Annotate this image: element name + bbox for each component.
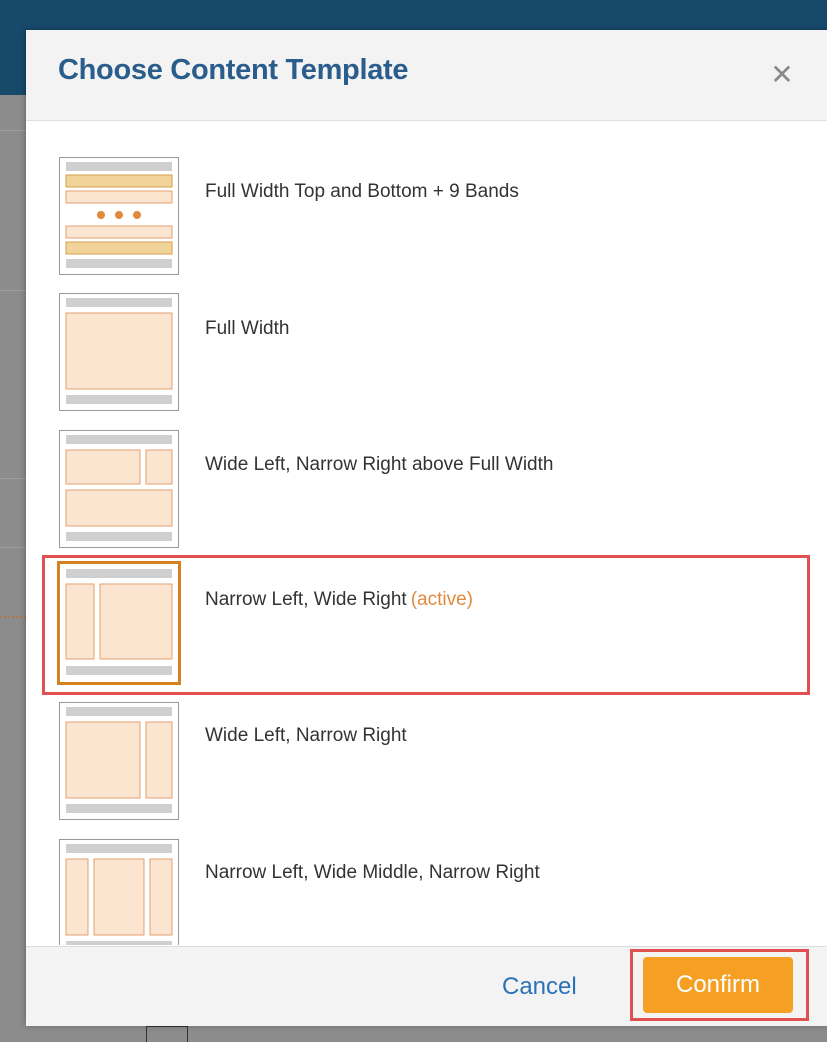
template-option-narrow-left-wide-right[interactable]: Narrow Left, Wide Right (active): [26, 561, 827, 696]
template-option-three-column[interactable]: Narrow Left, Wide Middle, Narrow Right: [26, 835, 827, 945]
template-label: Narrow Left, Wide Right (active): [205, 589, 473, 611]
template-label: Narrow Left, Wide Middle, Narrow Right: [205, 862, 540, 883]
bands-layout-icon: [59, 157, 179, 275]
narrow-left-wide-right-layout-icon: [57, 561, 181, 685]
template-label: Full Width: [205, 318, 290, 339]
wide-left-narrow-right-layout-icon: [59, 702, 179, 820]
three-column-layout-icon: [59, 839, 179, 945]
confirm-button[interactable]: Confirm: [643, 957, 793, 1013]
template-label: Wide Left, Narrow Right above Full Width: [205, 454, 554, 475]
template-option-wide-left-narrow-right-above-full[interactable]: Wide Left, Narrow Right above Full Width: [26, 424, 827, 559]
template-option-full-width[interactable]: Full Width: [26, 287, 827, 422]
template-list: Full Width Top and Bottom + 9 Bands Full…: [26, 121, 827, 945]
template-option-bands[interactable]: Full Width Top and Bottom + 9 Bands: [26, 151, 827, 286]
template-label-text: Narrow Left, Wide Right: [205, 589, 407, 610]
dialog-footer: Cancel Confirm: [26, 946, 827, 1026]
full-width-layout-icon: [59, 293, 179, 411]
template-label: Full Width Top and Bottom + 9 Bands: [205, 181, 519, 202]
wide-left-narrow-right-above-full-layout-icon: [59, 430, 179, 548]
dialog-title: Choose Content Template: [58, 54, 409, 86]
background-control: [146, 1026, 188, 1042]
cancel-button[interactable]: Cancel: [502, 973, 577, 1001]
active-tag: (active): [410, 589, 473, 610]
close-icon[interactable]: ✕: [767, 60, 797, 90]
choose-template-dialog: Choose Content Template ✕ Full Width Top: [26, 30, 827, 1026]
dialog-header: Choose Content Template ✕: [26, 30, 827, 121]
template-option-wide-left-narrow-right[interactable]: Wide Left, Narrow Right: [26, 698, 827, 833]
template-label: Wide Left, Narrow Right: [205, 725, 407, 746]
